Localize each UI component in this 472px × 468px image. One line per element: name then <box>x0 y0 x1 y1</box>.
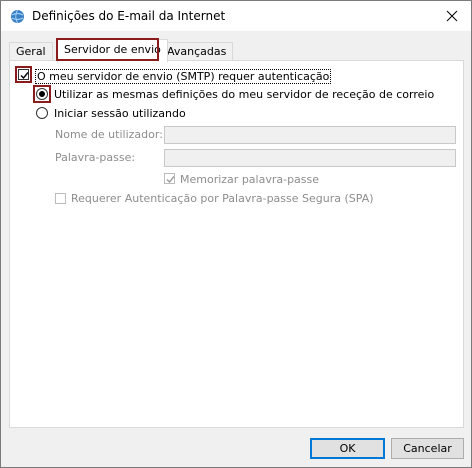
tab-panel: O meu servidor de envio (SMTP) requer au… <box>9 60 464 428</box>
remember-password-checkbox[interactable] <box>164 173 175 184</box>
internet-mail-icon <box>10 9 25 24</box>
tab-geral[interactable]: Geral <box>9 42 53 61</box>
smtp-auth-label[interactable]: O meu servidor de envio (SMTP) requer au… <box>35 69 332 84</box>
password-label: Palavra-passe: <box>55 151 136 164</box>
cancel-button[interactable]: Cancelar <box>391 438 464 459</box>
tab-servidor-envio[interactable]: Servidor de envio <box>57 39 168 62</box>
username-input[interactable] <box>164 126 456 144</box>
spa-checkbox[interactable] <box>55 193 66 204</box>
close-button[interactable] <box>441 5 463 27</box>
ok-button[interactable]: OK <box>310 438 385 459</box>
remember-password-label[interactable]: Memorizar palavra-passe <box>180 173 319 186</box>
checkmark-icon <box>20 72 29 80</box>
same-settings-radio[interactable] <box>36 88 48 100</box>
title-bar: Definições do E-mail da Internet <box>1 1 471 31</box>
same-settings-label[interactable]: Utilizar as mesmas definições do meu ser… <box>54 88 434 101</box>
login-with-label[interactable]: Iniciar sessão utilizando <box>54 107 186 120</box>
close-icon <box>446 10 458 22</box>
checkmark-icon <box>166 176 175 184</box>
login-with-radio[interactable] <box>36 107 48 119</box>
username-label: Nome de utilizador: <box>55 128 163 141</box>
tab-avancadas[interactable]: Avançadas <box>160 42 234 61</box>
radio-selected-dot <box>39 91 45 97</box>
dialog-window: Definições do E-mail da Internet Geral S… <box>0 0 472 468</box>
window-title: Definições do E-mail da Internet <box>32 9 226 23</box>
smtp-auth-checkbox[interactable] <box>18 69 29 80</box>
spa-label[interactable]: Requerer Autenticação por Palavra-passe … <box>71 192 374 205</box>
password-input[interactable] <box>164 149 456 167</box>
